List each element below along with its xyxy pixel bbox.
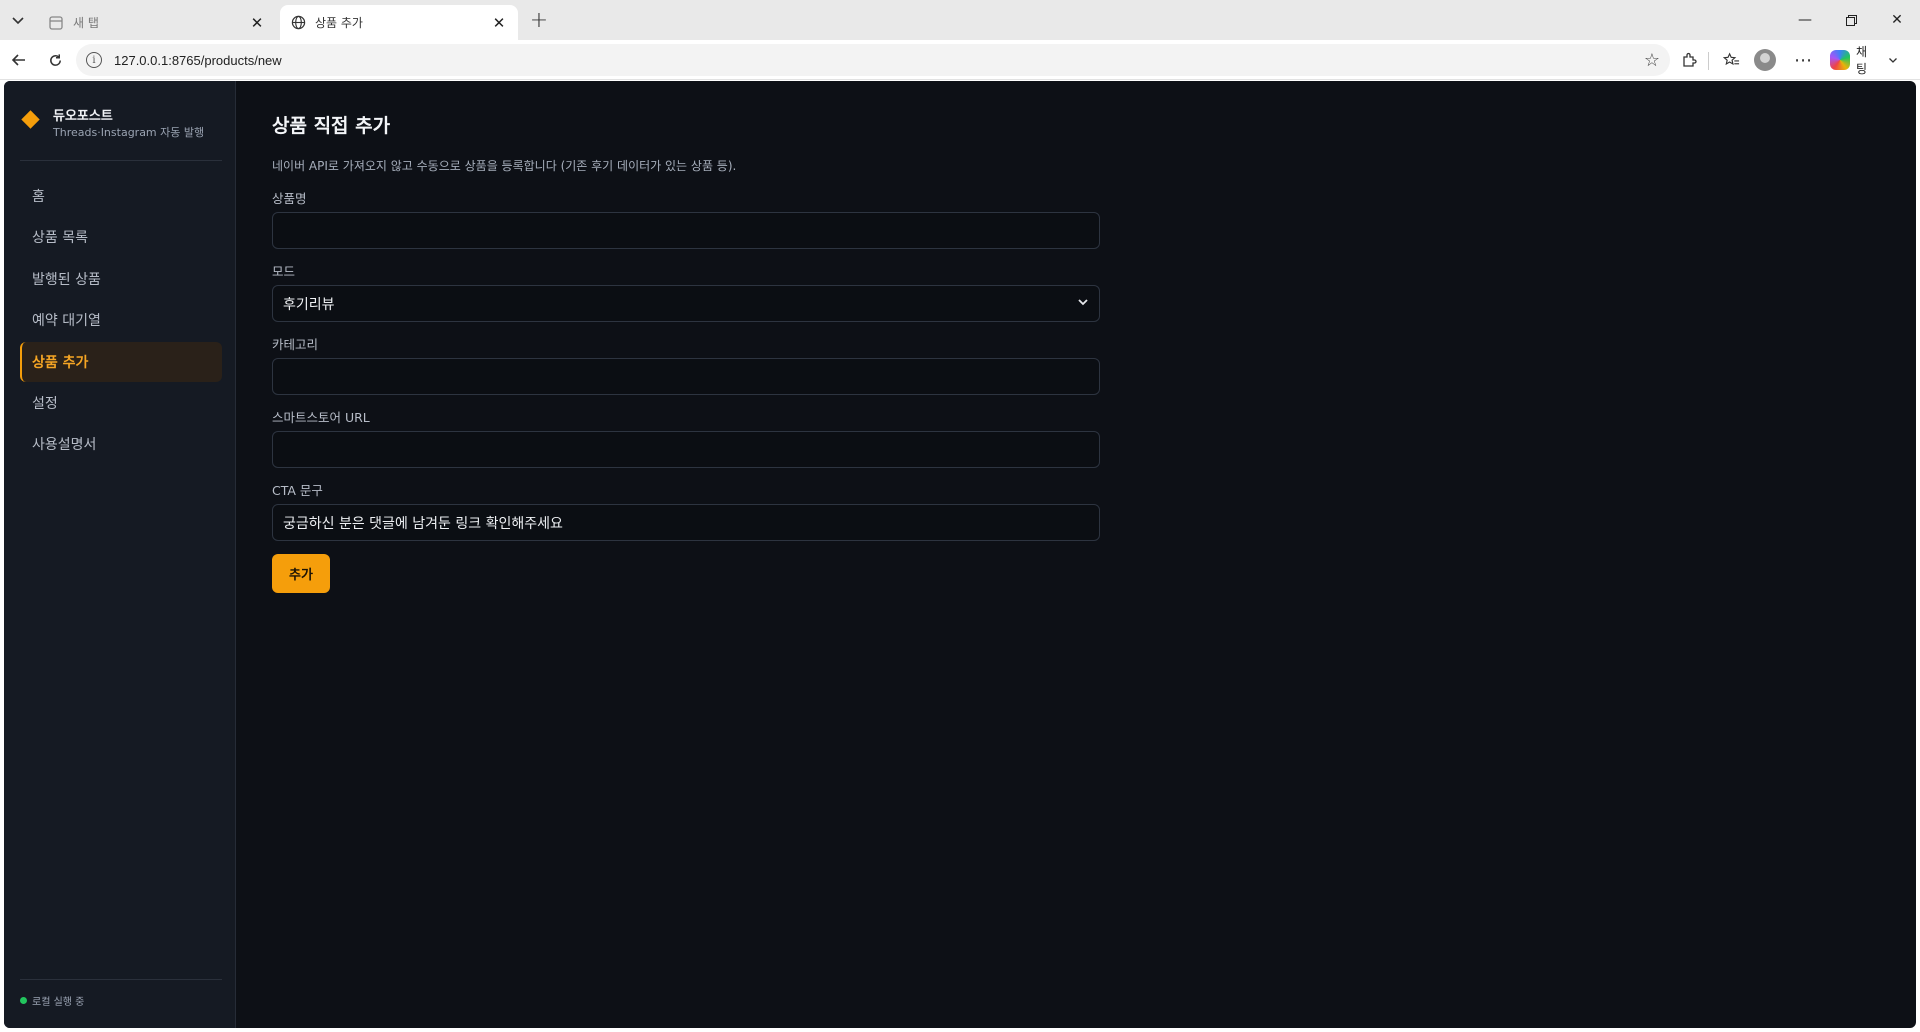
tab-actions-menu[interactable] [4,6,32,34]
browser-toolbar: i 127.0.0.1:8765/products/new ☆ ⋯ 채팅 [0,40,1920,80]
status-indicator: 로컬 실행 중 [20,993,84,1008]
store-url-field[interactable] [283,441,1089,458]
sidebar: 듀오포스트 Threads·Instagram 자동 발행 홈 상품 목록 발행… [4,81,236,1028]
sidebar-item-add-product[interactable]: 상품 추가 [20,341,222,382]
info-icon[interactable]: i [86,52,102,68]
profile-avatar[interactable] [1754,49,1776,71]
cta-value[interactable]: 궁금하신 분은 댓글에 남겨둔 링크 확인해주세요 [283,513,563,533]
mode-selected-value: 후기리뷰 [283,296,335,313]
tab-title: 새 탭 [73,16,99,30]
sidebar-item-schedule-queue[interactable]: 예약 대기열 [20,300,222,340]
store-url-label: 스마트스토어 URL [272,410,370,425]
star-icon[interactable]: ☆ [1644,50,1660,71]
copilot-icon [1830,50,1850,70]
restore-icon[interactable] [1828,0,1874,40]
close-icon[interactable]: ✕ [490,14,508,32]
sidebar-item-settings[interactable]: 설정 [20,383,222,423]
category-input[interactable] [272,358,1100,395]
cta-input[interactable]: 궁금하신 분은 댓글에 남겨둔 링크 확인해주세요 [272,504,1100,541]
mode-select[interactable]: 후기리뷰 [272,285,1100,322]
mode-label: 모드 [272,264,296,279]
page-description: 네이버 API로 가져오지 않고 수동으로 상품을 등록합니다 (기존 후기 데… [272,159,737,173]
copilot-chat-button[interactable]: 채팅 [1826,45,1898,76]
toolbar-divider [1708,52,1709,70]
back-arrow-icon[interactable] [4,45,34,75]
divider [20,160,222,161]
chat-label: 채팅 [1855,45,1868,76]
chevron-down-icon [1078,299,1088,306]
close-icon[interactable]: ✕ [248,14,266,32]
window-close-icon[interactable]: ✕ [1874,0,1920,40]
tab-new-tab[interactable]: 새 탭 ✕ [38,5,276,40]
new-tab-page-icon [48,15,64,31]
cta-label: CTA 문구 [272,483,323,498]
minimize-icon[interactable]: — [1782,0,1828,40]
more-options-icon[interactable]: ⋯ [1788,45,1818,75]
brand-name: 듀오포스트 [53,109,113,124]
diamond-logo-icon [21,110,40,129]
url-text[interactable]: 127.0.0.1:8765/products/new [114,53,1644,68]
brand-subtitle: Threads·Instagram 자동 발행 [53,126,205,139]
page-title: 상품 직접 추가 [272,115,391,137]
app-window: 듀오포스트 Threads·Instagram 자동 발행 홈 상품 목록 발행… [4,81,1916,1028]
category-field[interactable] [283,368,1089,385]
globe-icon [290,15,306,31]
sidebar-nav: 홈 상품 목록 발행된 상품 예약 대기열 상품 추가 설정 사용설명서 [20,176,222,466]
status-dot-icon [20,997,27,1004]
extensions-icon[interactable] [1674,45,1704,75]
tab-title: 상품 추가 [315,16,363,30]
status-text: 로컬 실행 중 [32,997,85,1008]
divider [20,979,222,980]
sidebar-item-product-list[interactable]: 상품 목록 [20,217,222,257]
browser-tab-bar: 새 탭 ✕ 상품 추가 ✕ + — ✕ [0,0,1920,40]
add-product-button[interactable]: 추가 [272,554,330,593]
product-name-input[interactable] [272,212,1100,249]
sidebar-item-published[interactable]: 발행된 상품 [20,259,222,299]
category-label: 카테고리 [272,337,319,352]
brand[interactable]: 듀오포스트 Threads·Instagram 자동 발행 [20,103,216,157]
address-bar[interactable]: i 127.0.0.1:8765/products/new ☆ [76,44,1670,76]
sidebar-item-home[interactable]: 홈 [20,176,222,216]
store-url-input[interactable] [272,431,1100,468]
reload-icon[interactable] [40,45,70,75]
product-name-label: 상품명 [272,191,307,206]
favorites-icon[interactable] [1716,45,1746,75]
product-name-field[interactable] [283,222,1089,239]
sidebar-item-manual[interactable]: 사용설명서 [20,424,222,464]
chevron-down-icon [1889,58,1897,63]
new-tab-button[interactable]: + [524,6,554,34]
chevron-down-icon [12,17,24,25]
tab-product-add[interactable]: 상품 추가 ✕ [280,5,518,40]
